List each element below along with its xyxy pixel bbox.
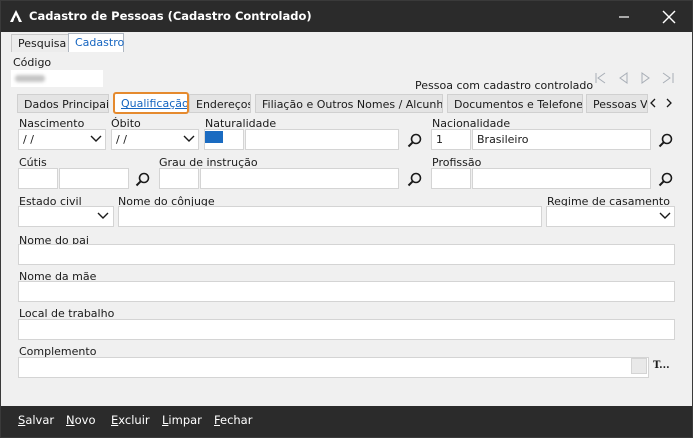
complemento-input[interactable] xyxy=(18,357,649,378)
app-window: Cadastro de Pessoas (Cadastro Controlado… xyxy=(0,0,693,438)
tab-scroll xyxy=(650,98,672,108)
regime-casamento-select[interactable] xyxy=(546,206,675,227)
fechar-button[interactable]: Fechar xyxy=(214,413,252,427)
sub-tabs: Dados Principais Qualificação Endereços … xyxy=(1,92,678,114)
footer-bar: Salvar Novo Excluir Limpar Fechar xyxy=(1,406,692,437)
profissao-input[interactable] xyxy=(472,168,651,189)
tab-dados-principais[interactable]: Dados Principais xyxy=(17,94,109,113)
naturalidade-flag xyxy=(205,131,223,143)
naturalidade-input[interactable] xyxy=(245,129,399,150)
previous-record-icon[interactable] xyxy=(619,72,628,84)
complemento-expand-button[interactable] xyxy=(631,358,647,374)
salvar-button[interactable]: Salvar xyxy=(18,413,54,427)
codigo-label: Código xyxy=(13,56,52,69)
chevron-down-icon[interactable] xyxy=(90,135,102,143)
last-record-icon[interactable] xyxy=(662,72,674,84)
excluir-button[interactable]: Excluir xyxy=(111,413,150,427)
magnifier-icon[interactable] xyxy=(134,171,152,189)
nacionalidade-input[interactable]: Brasileiro xyxy=(472,129,651,150)
magnifier-icon[interactable] xyxy=(406,132,424,150)
close-icon xyxy=(662,10,676,23)
nome-mae-input[interactable] xyxy=(18,281,675,302)
magnifier-icon[interactable] xyxy=(657,132,675,150)
minimize-icon xyxy=(619,15,629,18)
cutis-code-input[interactable] xyxy=(18,168,58,189)
record-navigation xyxy=(595,72,674,84)
magnifier-icon[interactable] xyxy=(657,171,675,189)
app-logo-icon xyxy=(10,10,22,22)
profissao-code-input[interactable] xyxy=(431,168,471,189)
nome-pai-input[interactable] xyxy=(18,244,675,265)
tab-filiacao[interactable]: Filiação e Outros Nomes / Alcunhas xyxy=(255,94,443,113)
grau-instrucao-input[interactable] xyxy=(200,168,399,189)
chevron-down-icon[interactable] xyxy=(659,212,671,220)
local-trabalho-input[interactable] xyxy=(18,319,675,340)
codigo-field[interactable] xyxy=(11,70,103,87)
text-format-button[interactable]: T... xyxy=(653,360,670,371)
tab-pesquisa[interactable]: Pesquisa xyxy=(11,34,69,52)
tab-qualificacao-label: Qualificação xyxy=(121,97,189,110)
novo-button[interactable]: Novo xyxy=(66,413,96,427)
title-bar: Cadastro de Pessoas (Cadastro Controlado… xyxy=(1,1,692,32)
tab-cadastro[interactable]: Cadastro xyxy=(68,33,124,52)
conjuge-input[interactable] xyxy=(118,206,542,227)
grau-instrucao-code-input[interactable] xyxy=(159,168,199,189)
cutis-input[interactable] xyxy=(59,168,129,189)
minimize-button[interactable] xyxy=(601,1,647,32)
tab-enderecos[interactable]: Endereços xyxy=(189,94,251,113)
next-record-icon[interactable] xyxy=(641,72,650,84)
controlled-status-text: Pessoa com cadastro controlado xyxy=(415,79,594,92)
nacionalidade-code-input[interactable]: 1 xyxy=(431,129,471,150)
chevron-right-icon[interactable] xyxy=(666,98,672,108)
tab-qualificacao[interactable]: Qualificação xyxy=(113,92,189,114)
chevron-down-icon[interactable] xyxy=(97,212,109,220)
chevron-left-icon[interactable] xyxy=(650,98,656,108)
tab-documentos[interactable]: Documentos e Telefones xyxy=(447,94,583,113)
limpar-button[interactable]: Limpar xyxy=(162,413,202,427)
tab-pessoas-vinculadas[interactable]: Pessoas Vi xyxy=(586,94,648,113)
close-button[interactable] xyxy=(646,1,692,32)
chevron-down-icon[interactable] xyxy=(183,135,195,143)
window-title: Cadastro de Pessoas (Cadastro Controlado… xyxy=(29,9,312,23)
first-record-icon[interactable] xyxy=(595,72,606,84)
magnifier-icon[interactable] xyxy=(406,171,424,189)
